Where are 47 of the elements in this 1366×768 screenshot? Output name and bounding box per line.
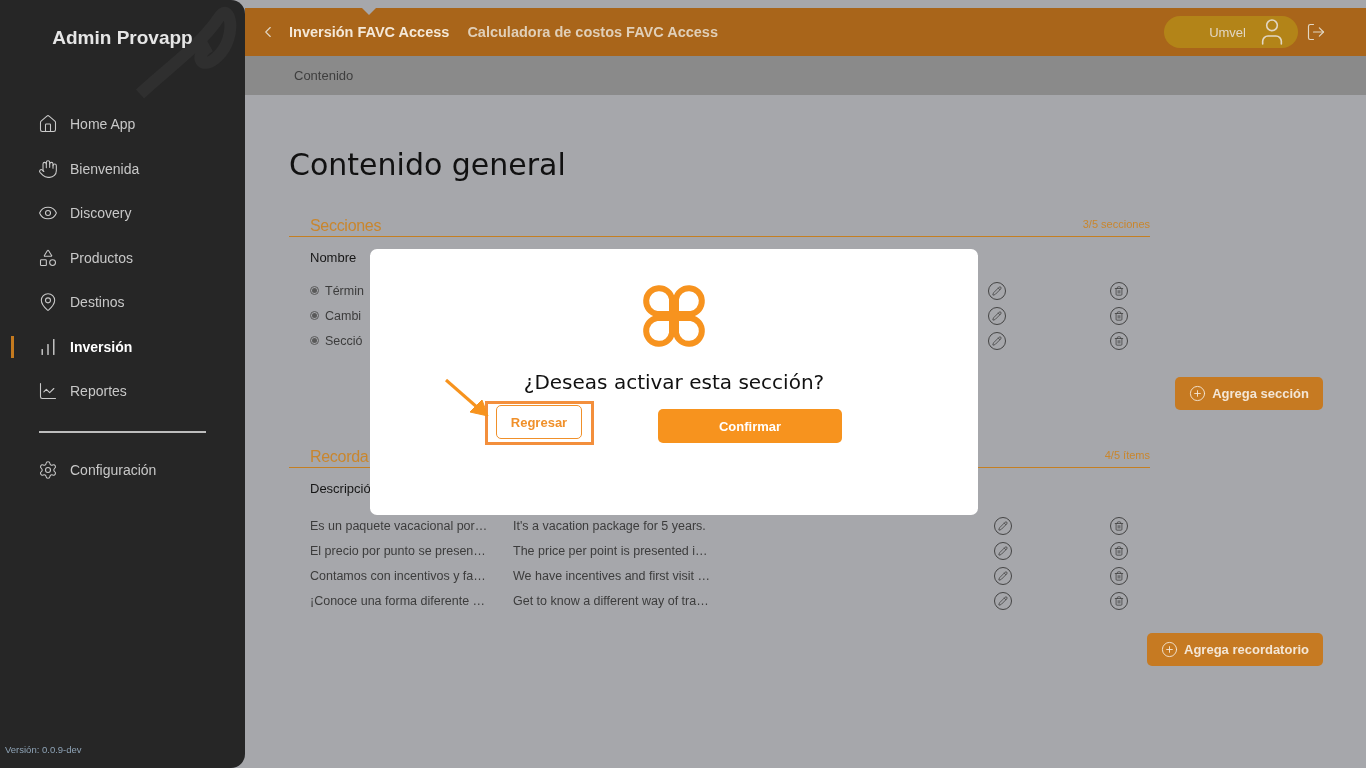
hand-icon xyxy=(38,158,58,179)
sidebar-item[interactable]: Home App xyxy=(0,102,245,147)
app-title: Admin Provapp xyxy=(51,27,194,50)
version-label: Versión: 0.0.9-dev xyxy=(5,744,82,755)
pointer-arrow-icon xyxy=(444,378,490,418)
tab-indicator xyxy=(362,8,377,15)
sidebar-item[interactable]: Destinos xyxy=(0,280,245,325)
dot-icon xyxy=(310,311,319,320)
home-icon xyxy=(38,114,58,135)
column-header: Descripció xyxy=(310,481,371,496)
plus-icon xyxy=(1161,641,1178,658)
section-title: Recorda xyxy=(310,448,369,466)
sidebar-item[interactable]: Reportes xyxy=(0,369,245,414)
plus-icon xyxy=(1189,385,1207,402)
table-cell-text: The price per point is presented i… xyxy=(513,543,709,558)
table-cell-text: Contamos con incentivos y fa… xyxy=(310,568,487,583)
column-header: Nombre xyxy=(310,250,357,265)
map-pin-icon xyxy=(38,292,58,313)
table-cell-text: It's a vacation package for 5 years. xyxy=(513,518,707,533)
table-cell: Cambi xyxy=(325,308,362,323)
sidebar-item[interactable]: Discovery xyxy=(0,191,245,236)
table-cell-text: Get to know a different way of tra… xyxy=(513,593,710,608)
table-cell-text: We have incentives and first visit … xyxy=(513,568,712,583)
section-title: Secciones xyxy=(310,217,382,235)
clover-logo-icon xyxy=(641,283,707,349)
breadcrumb: Contenido xyxy=(294,68,354,83)
sidebar-item[interactable]: Productos xyxy=(0,235,245,280)
dialog-question: ¿Deseas activar esta sección? xyxy=(523,370,825,394)
table-cell-text: Es un paquete vacacional por… xyxy=(310,518,489,533)
table-cell: Secció xyxy=(325,333,363,348)
tab[interactable]: Inversión FAVC Access xyxy=(289,8,450,56)
page-title: Contenido general xyxy=(289,147,567,182)
table-cell-text: ¡Conoce una forma diferente … xyxy=(310,593,487,608)
logout-icon[interactable] xyxy=(1306,22,1326,42)
shapes-icon xyxy=(38,247,58,268)
dot-icon xyxy=(310,286,319,295)
active-indicator xyxy=(11,335,14,358)
table-cell: Términ xyxy=(325,283,364,298)
settings-icon xyxy=(38,459,58,480)
sidebar-item[interactable]: Bienvenida xyxy=(0,146,245,191)
sidebar-item[interactable]: Inversión xyxy=(0,324,245,369)
line-chart-icon xyxy=(38,381,58,402)
dot-icon xyxy=(310,336,319,345)
section-count: 3/5 secciones xyxy=(1082,218,1150,232)
section-count: 4/5 ítems xyxy=(1104,449,1150,463)
table-cell-text: El precio por punto se presen… xyxy=(310,543,487,558)
sidebar-item[interactable]: Configuración xyxy=(0,447,245,492)
